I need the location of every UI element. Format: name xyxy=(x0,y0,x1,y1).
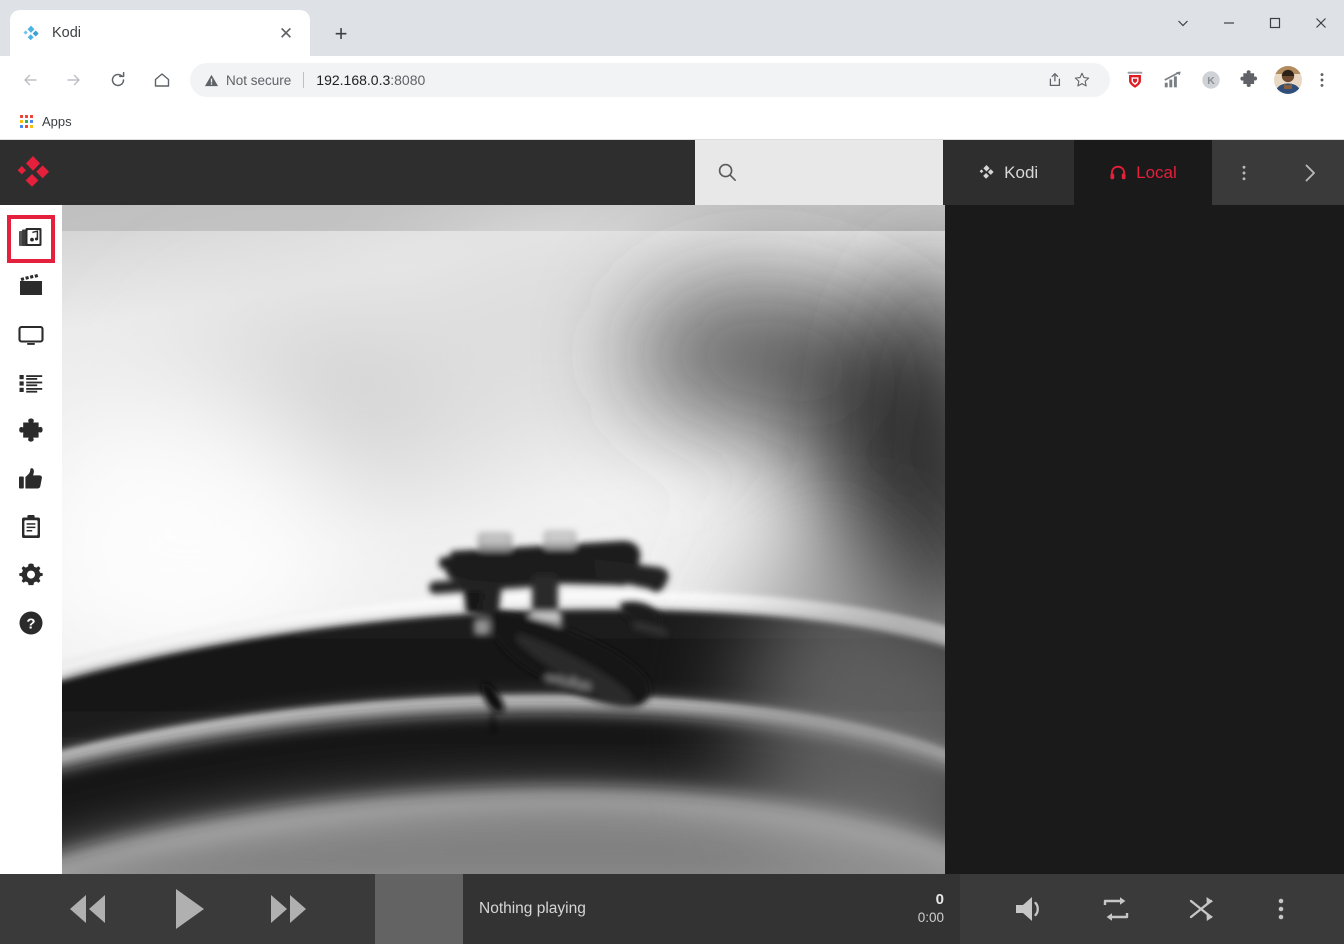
share-icon[interactable] xyxy=(1040,66,1068,94)
repeat-icon[interactable] xyxy=(1100,894,1132,924)
queue-count: 0 xyxy=(918,891,944,910)
extensions-row: K xyxy=(1116,63,1336,97)
kodi-header: Kodi Local xyxy=(0,140,1344,205)
play-icon[interactable] xyxy=(168,886,208,932)
volume-icon[interactable] xyxy=(1013,894,1047,924)
kodi-logo-icon xyxy=(22,24,40,42)
clipboard-icon xyxy=(18,514,44,540)
kodi-content-stage: ortofon xyxy=(62,205,1344,874)
sidebar-item-tvshows[interactable] xyxy=(7,311,55,359)
sidebar-item-favourites[interactable] xyxy=(7,455,55,503)
tab-title: Kodi xyxy=(52,25,274,41)
fast-forward-icon[interactable] xyxy=(265,892,311,926)
now-playing-meta: 0 0:00 xyxy=(918,891,944,927)
omnibox-actions xyxy=(1040,66,1096,94)
search-icon xyxy=(717,162,738,183)
close-button[interactable] xyxy=(1298,0,1344,46)
bookmark-star-icon[interactable] xyxy=(1068,66,1096,94)
svg-text:?: ? xyxy=(26,616,35,633)
browser-window: Kodi ✕ + xyxy=(0,0,1344,944)
address-bar[interactable]: Not secure 192.168.0.3:8080 xyxy=(190,63,1110,97)
kodi-logo-icon xyxy=(978,164,995,181)
svg-text:K: K xyxy=(1207,75,1215,87)
tab-local-player[interactable]: Local xyxy=(1074,140,1213,205)
sidebar-item-log[interactable] xyxy=(7,503,55,551)
maximize-button[interactable] xyxy=(1252,0,1298,46)
kodi-header-menu-button[interactable] xyxy=(1212,140,1275,205)
browser-menu-button[interactable] xyxy=(1308,63,1336,97)
sidebar-item-music[interactable] xyxy=(7,215,55,263)
kodi-sidebar: ? xyxy=(0,205,62,874)
tab-label: Local xyxy=(1136,163,1177,183)
clapperboard-icon xyxy=(18,274,44,300)
search-input[interactable] xyxy=(695,140,942,205)
warning-triangle-icon xyxy=(204,73,219,88)
analytics-chart-icon[interactable] xyxy=(1158,65,1188,95)
sidebar-item-help[interactable]: ? xyxy=(7,599,55,647)
reload-button[interactable] xyxy=(101,63,135,97)
new-tab-button[interactable]: + xyxy=(324,17,358,51)
forward-button[interactable] xyxy=(57,63,91,97)
now-playing-thumbnail[interactable] xyxy=(375,874,463,944)
browser-tab-kodi[interactable]: Kodi ✕ xyxy=(10,10,310,56)
puzzle-icon xyxy=(18,418,44,444)
sidebar-item-movies[interactable] xyxy=(7,263,55,311)
list-icon xyxy=(18,370,44,396)
profile-avatar[interactable] xyxy=(1273,65,1303,95)
sidebar-item-addons[interactable] xyxy=(7,407,55,455)
window-controls xyxy=(1160,0,1344,46)
tab-strip: Kodi ✕ + xyxy=(0,0,1344,56)
home-button[interactable] xyxy=(145,63,179,97)
music-albums-icon xyxy=(18,226,44,252)
help-circle-icon: ? xyxy=(18,610,44,636)
puzzle-extensions-icon[interactable] xyxy=(1234,65,1264,95)
thumbs-up-icon xyxy=(18,466,44,492)
rewind-icon[interactable] xyxy=(65,892,111,926)
tab-kodi-server[interactable]: Kodi xyxy=(943,140,1074,205)
chevron-down-button[interactable] xyxy=(1160,0,1206,46)
kodi-logo-icon xyxy=(14,154,52,192)
kodi-header-next-button[interactable] xyxy=(1275,140,1344,205)
k-circle-icon[interactable]: K xyxy=(1196,65,1226,95)
adblock-shield-icon[interactable] xyxy=(1120,65,1150,95)
kodi-brand[interactable] xyxy=(0,140,695,205)
playback-options xyxy=(960,874,1344,944)
bookmark-label: Apps xyxy=(42,114,72,129)
bookmarks-bar: Apps xyxy=(0,104,1344,140)
back-button[interactable] xyxy=(13,63,47,97)
close-icon[interactable]: ✕ xyxy=(274,21,298,45)
sidebar-item-settings[interactable] xyxy=(7,551,55,599)
sidebar-item-playlists[interactable] xyxy=(7,359,55,407)
transport-controls xyxy=(0,874,375,944)
minimize-button[interactable] xyxy=(1206,0,1252,46)
url-text: 192.168.0.3:8080 xyxy=(316,72,425,88)
not-secure-indicator[interactable]: Not secure xyxy=(204,73,291,88)
tv-monitor-icon xyxy=(18,322,44,348)
now-playing-artwork: ortofon xyxy=(62,205,945,874)
now-playing-info: Nothing playing 0 0:00 xyxy=(463,874,960,944)
apps-grid-icon xyxy=(20,115,33,128)
shuffle-icon[interactable] xyxy=(1186,894,1218,924)
kodi-app: Kodi Local xyxy=(0,140,1344,944)
headphones-icon xyxy=(1109,164,1127,182)
elapsed-time: 0:00 xyxy=(918,910,944,927)
bookmark-apps[interactable]: Apps xyxy=(14,109,78,135)
omnibox-divider xyxy=(303,72,304,88)
now-playing-title: Nothing playing xyxy=(479,900,586,918)
player-bar: Nothing playing 0 0:00 xyxy=(0,874,1344,944)
browser-toolbar: Not secure 192.168.0.3:8080 xyxy=(0,56,1344,104)
kebab-menu-icon[interactable] xyxy=(1271,894,1291,924)
gear-icon xyxy=(18,562,44,588)
security-label: Not secure xyxy=(226,73,291,88)
tab-label: Kodi xyxy=(1004,163,1038,183)
